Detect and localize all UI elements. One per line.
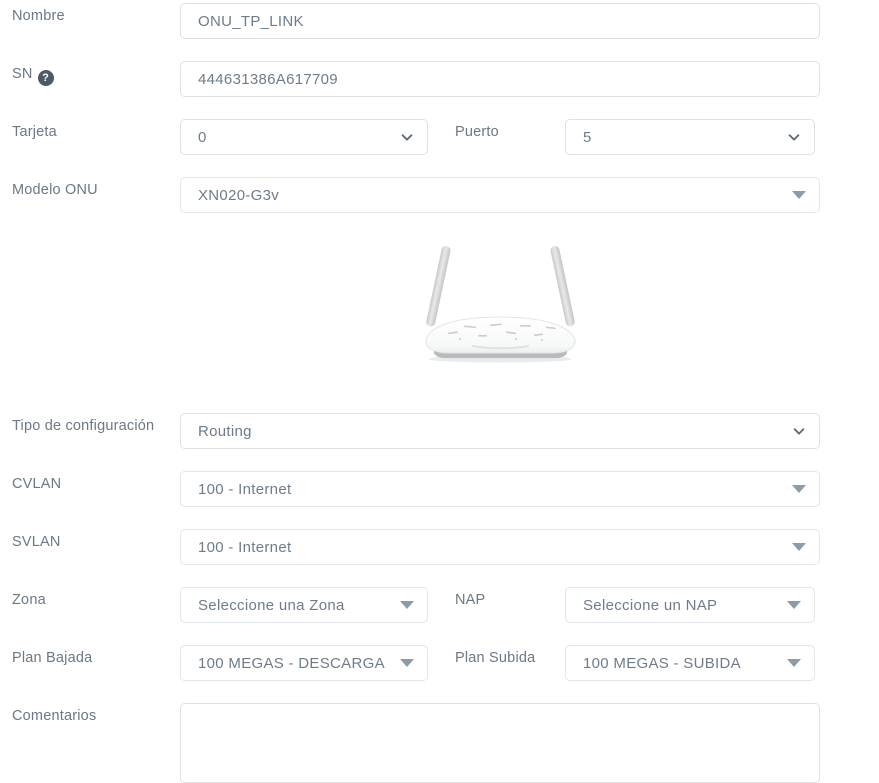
plan-bajada-dropdown[interactable]: 100 MEGAS - DESCARGA [180,645,428,681]
triangle-down-icon [792,485,806,493]
plan-subida-value: 100 MEGAS - SUBIDA [583,655,741,672]
field-row-cvlan: CVLAN 100 - Internet [12,471,879,507]
comentarios-textarea[interactable] [180,703,820,783]
tipo-configuracion-label: Tipo de configuración [12,413,180,449]
plan-bajada-label: Plan Bajada [12,645,180,681]
chevron-down-icon [792,424,806,438]
zona-dropdown[interactable]: Seleccione una Zona [180,587,428,623]
comentarios-label: Comentarios [12,703,180,783]
puerto-select[interactable]: 5 [565,119,815,155]
nap-value: Seleccione un NAP [583,597,717,614]
nap-dropdown[interactable]: Seleccione un NAP [565,587,815,623]
svlan-value: 100 - Internet [198,539,291,556]
cvlan-label: CVLAN [12,471,180,507]
field-row-tarjeta-puerto: Tarjeta 0 Puerto 5 [12,119,879,155]
svlan-dropdown[interactable]: 100 - Internet [180,529,820,565]
field-row-nombre: Nombre [12,3,879,39]
nap-label: NAP [455,587,565,623]
modelo-onu-value: XN020-G3v [198,187,279,204]
svlan-label: SVLAN [12,529,180,565]
tipo-configuracion-value: Routing [198,423,252,440]
triangle-down-icon [400,659,414,667]
tarjeta-value: 0 [198,129,207,146]
puerto-label: Puerto [455,119,565,155]
cvlan-dropdown[interactable]: 100 - Internet [180,471,820,507]
cvlan-value: 100 - Internet [198,481,291,498]
field-row-svlan: SVLAN 100 - Internet [12,529,879,565]
antenna-left [425,245,451,327]
plan-subida-dropdown[interactable]: 100 MEGAS - SUBIDA [565,645,815,681]
field-row-zona-nap: Zona Seleccione una Zona NAP Seleccione … [12,587,879,623]
puerto-value: 5 [583,129,592,146]
field-row-planes: Plan Bajada 100 MEGAS - DESCARGA Plan Su… [12,645,879,681]
chevron-down-icon [787,130,801,144]
field-row-modelo-onu: Modelo ONU XN020-G3v [12,177,879,213]
tipo-configuracion-select[interactable]: Routing [180,413,820,449]
sn-label: SN [12,66,33,82]
tarjeta-label: Tarjeta [12,119,180,155]
help-icon[interactable]: ? [38,70,54,86]
modelo-onu-label: Modelo ONU [12,177,180,213]
field-row-tipo-configuracion: Tipo de configuración Routing [12,413,879,449]
sn-input[interactable] [180,61,820,97]
triangle-down-icon [787,659,801,667]
tarjeta-select[interactable]: 0 [180,119,428,155]
triangle-down-icon [792,543,806,551]
zona-label: Zona [12,587,180,623]
field-row-comentarios: Comentarios [12,703,879,783]
device-image-row [180,240,820,363]
triangle-down-icon [787,601,801,609]
nombre-label: Nombre [12,3,180,39]
plan-bajada-value: 100 MEGAS - DESCARGA [198,655,385,672]
chevron-down-icon [400,130,414,144]
onu-device-image [418,240,583,363]
nombre-input[interactable] [180,3,820,39]
triangle-down-icon [792,191,806,199]
plan-subida-label: Plan Subida [455,645,565,681]
triangle-down-icon [400,601,414,609]
zona-value: Seleccione una Zona [198,597,345,614]
field-row-sn: SN? [12,61,879,97]
antenna-right [549,245,575,327]
modelo-onu-dropdown[interactable]: XN020-G3v [180,177,820,213]
onu-config-form: Nombre SN? Tarjeta 0 Puerto 5 Mode [0,0,879,783]
